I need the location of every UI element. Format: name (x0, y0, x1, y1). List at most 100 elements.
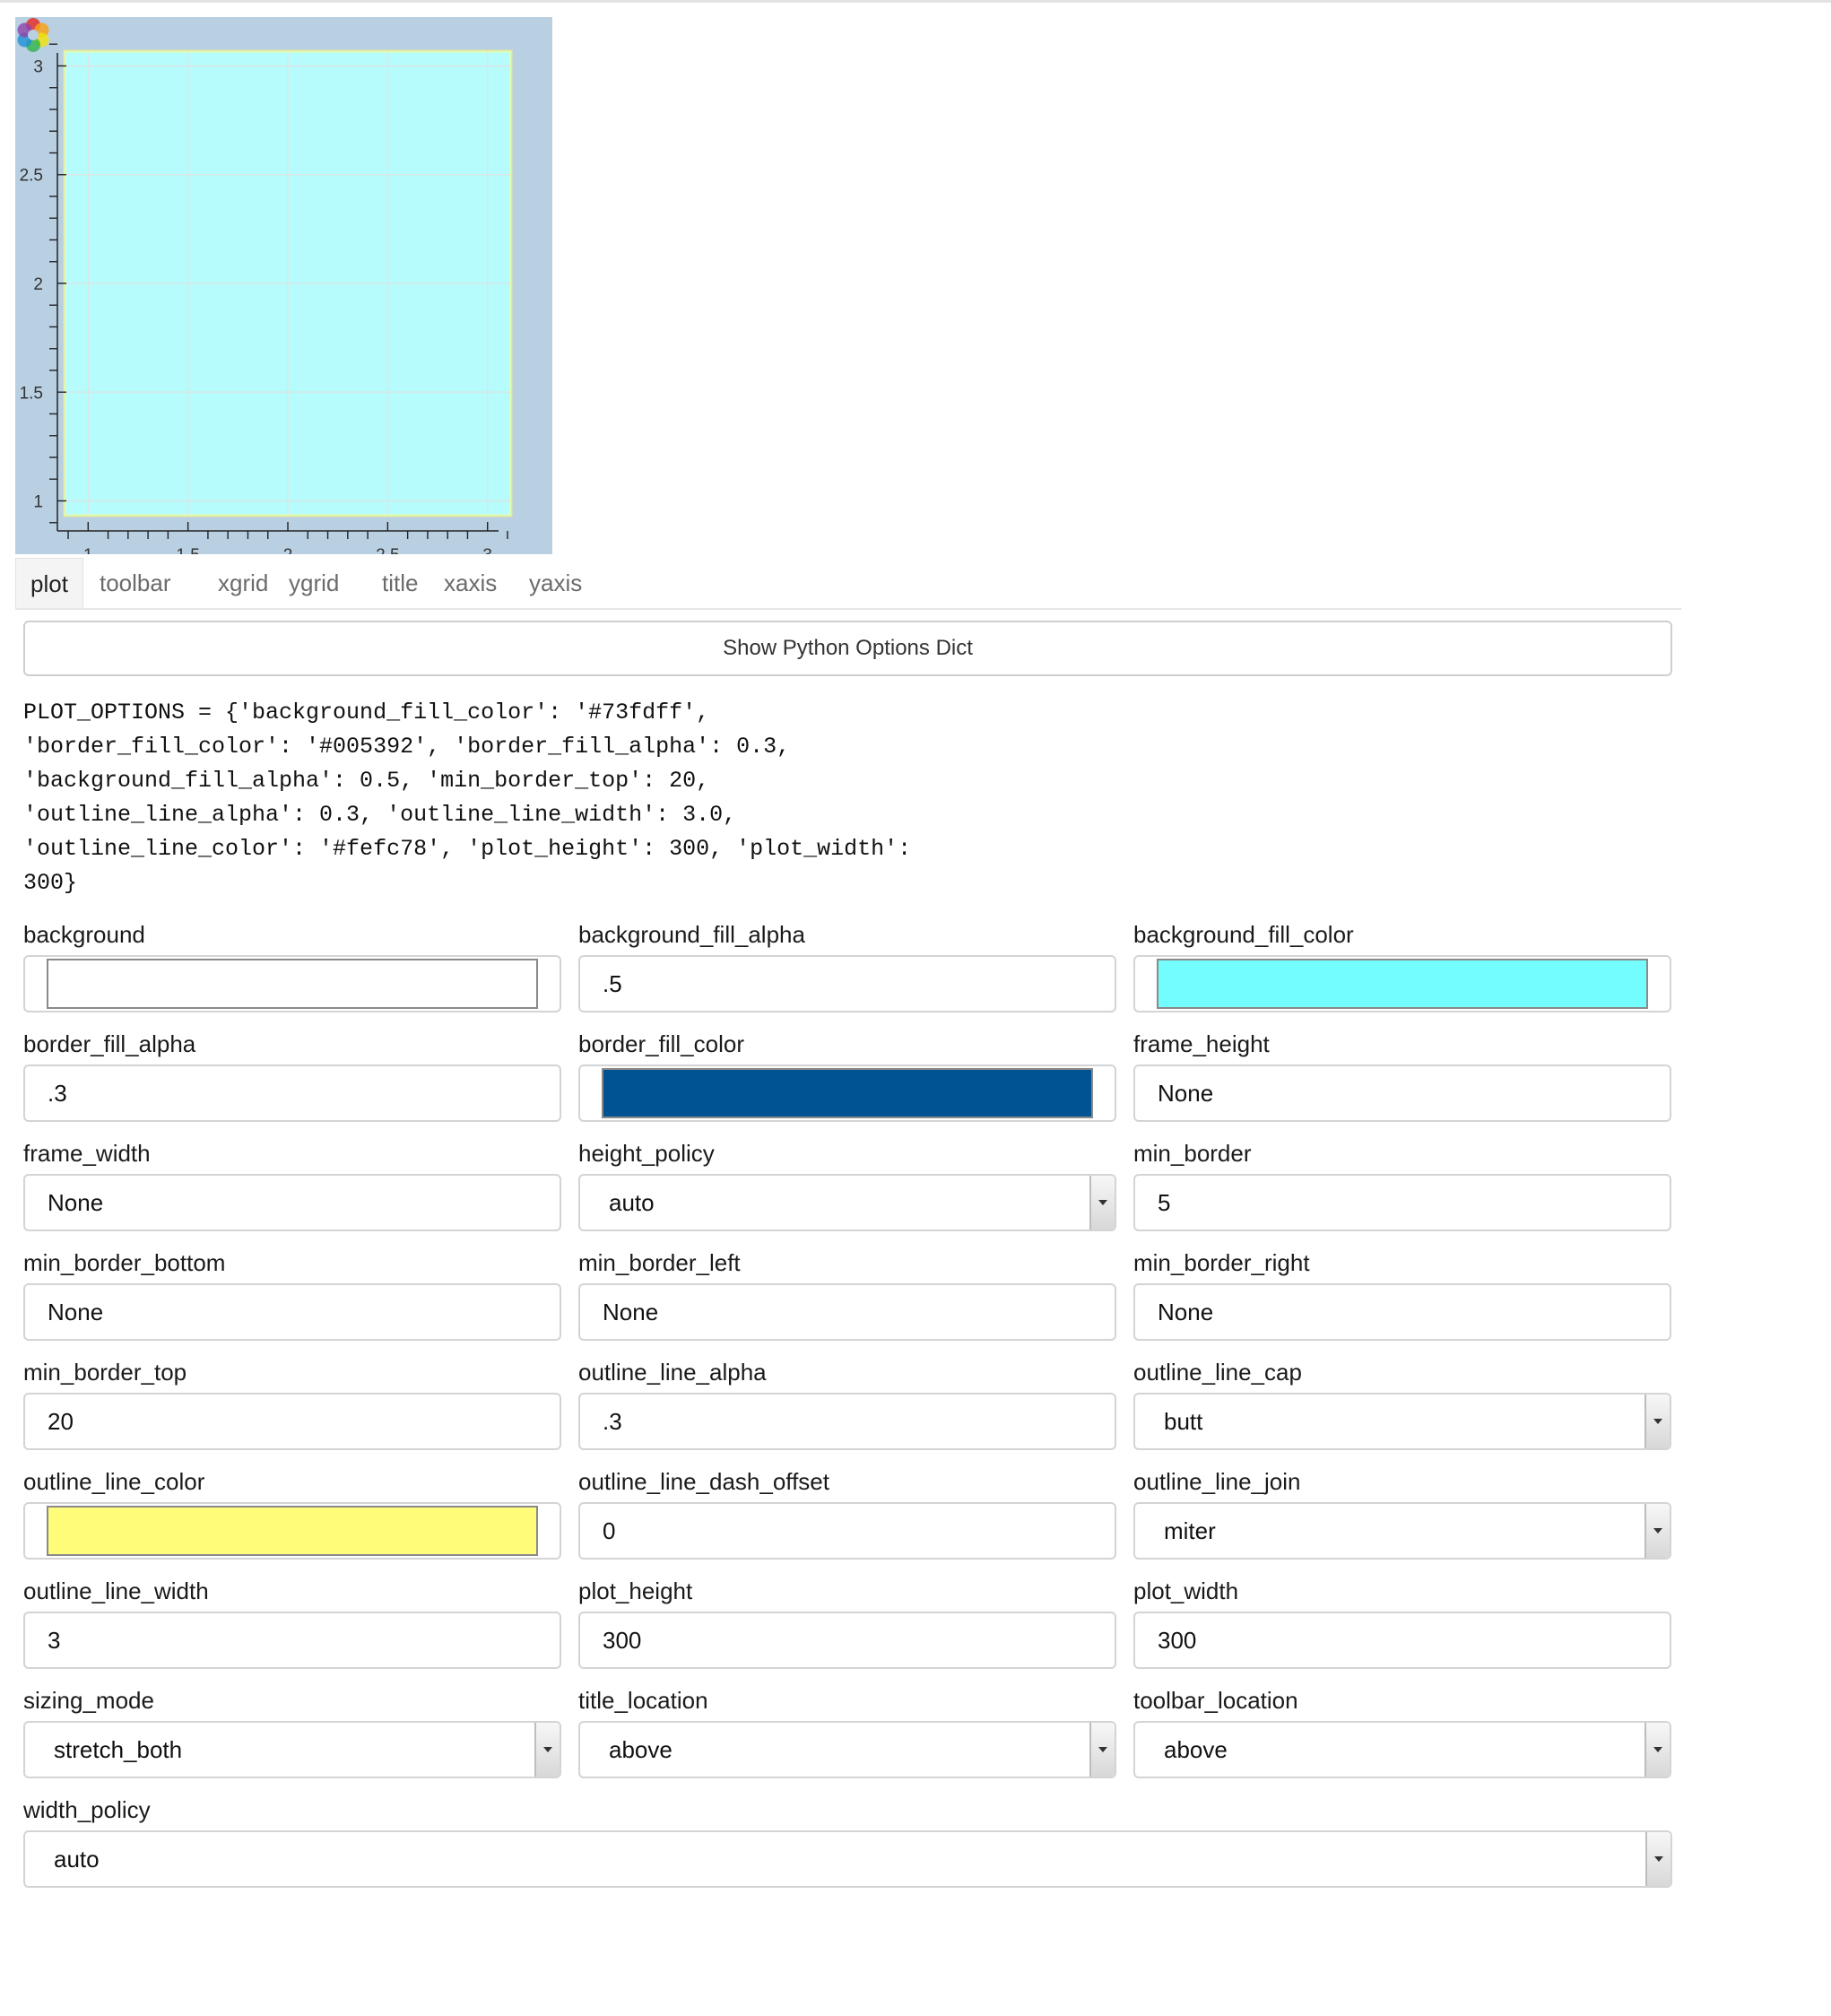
field-label: title_location (578, 1687, 708, 1714)
field-outline-line-color: outline_line_color (23, 1466, 561, 1560)
frame-width-input[interactable]: None (23, 1174, 561, 1231)
min-border-bottom-input[interactable]: None (23, 1283, 561, 1341)
field-label: min_border_left (578, 1249, 741, 1276)
field-value: .3 (48, 1080, 67, 1107)
sizing-mode-select[interactable]: stretch_both (23, 1721, 561, 1778)
plot-options-code: PLOT_OPTIONS = {'background_fill_color':… (23, 700, 912, 896)
options-tabs: plot toolbar xgrid ygrid title xaxis yaxis (15, 558, 1681, 610)
field-value: 300 (1158, 1627, 1197, 1654)
field-height-policy: height_policyauto (578, 1138, 1116, 1231)
field-label: outline_line_width (23, 1577, 209, 1604)
tab-yaxis[interactable]: yaxis (515, 558, 596, 608)
tab-xgrid[interactable]: xgrid (204, 558, 282, 608)
min-border-top-input[interactable]: 20 (23, 1393, 561, 1450)
field-value: .5 (603, 970, 622, 997)
plot-panel[interactable]: 1 1.5 2 2.5 3 3 2.5 2 1.5 1 (15, 17, 552, 554)
field-background-fill-alpha: background_fill_alpha .5 (578, 919, 1116, 1012)
field-border-fill-color: border_fill_color (578, 1029, 1116, 1122)
field-outline-line-cap: outline_line_capbutt (1133, 1357, 1671, 1450)
outline-line-join-select[interactable]: miter (1133, 1502, 1671, 1560)
field-label: min_border_bottom (23, 1249, 226, 1276)
field-value: miter (1164, 1517, 1216, 1544)
tab-plot[interactable]: plot (15, 558, 83, 608)
outline-line-alpha-input[interactable]: .3 (578, 1393, 1116, 1450)
background-color-picker[interactable] (23, 955, 561, 1012)
dropdown-arrow-icon[interactable] (1644, 1395, 1670, 1448)
color-swatch[interactable] (602, 1068, 1093, 1118)
field-value: 5 (1158, 1189, 1171, 1216)
field-label: background_fill_color (1133, 921, 1354, 948)
field-label: width_policy (23, 1796, 151, 1823)
tab-xaxis[interactable]: xaxis (430, 558, 511, 608)
min-border-right-input[interactable]: None (1133, 1283, 1671, 1341)
field-min-border-right: min_border_right None (1133, 1247, 1671, 1341)
x-tick-label: 2 (283, 546, 293, 554)
field-width-policy: width_policyauto (23, 1794, 1672, 1888)
width-policy-select[interactable]: auto (23, 1830, 1672, 1888)
toolbar-location-select[interactable]: above (1133, 1721, 1671, 1778)
field-outline-line-dash-offset: outline_line_dash_offset 0 (578, 1466, 1116, 1560)
background-fill-color-color-picker[interactable] (1133, 955, 1671, 1012)
plot-width-input[interactable]: 300 (1133, 1612, 1671, 1669)
field-background: background (23, 919, 561, 1012)
field-label: frame_height (1133, 1030, 1270, 1057)
outline-line-color-color-picker[interactable] (23, 1502, 561, 1560)
background-fill-alpha-input[interactable]: .5 (578, 955, 1116, 1012)
outline-line-cap-select[interactable]: butt (1133, 1393, 1671, 1450)
show-python-options-dict-button[interactable]: Show Python Options Dict (23, 621, 1672, 676)
plot-canvas[interactable]: 1 1.5 2 2.5 3 3 2.5 2 1.5 1 (15, 17, 552, 554)
min-border-input[interactable]: 5 (1133, 1174, 1671, 1231)
dropdown-arrow-icon[interactable] (534, 1723, 560, 1777)
frame-height-input[interactable]: None (1133, 1064, 1671, 1122)
x-tick-label: 3 (482, 546, 492, 554)
field-title-location: title_locationabove (578, 1685, 1116, 1778)
plot-height-input[interactable]: 300 (578, 1612, 1116, 1669)
dropdown-arrow-icon[interactable] (1089, 1723, 1115, 1777)
dropdown-arrow-icon[interactable] (1644, 1504, 1670, 1558)
border-fill-alpha-input[interactable]: .3 (23, 1064, 561, 1122)
field-outline-line-width: outline_line_width 3 (23, 1576, 561, 1669)
field-label: frame_width (23, 1140, 151, 1167)
color-swatch[interactable] (47, 1506, 538, 1556)
tab-toolbar[interactable]: toolbar (85, 558, 186, 608)
field-label: outline_line_cap (1133, 1359, 1302, 1386)
y-tick-label: 1.5 (20, 384, 43, 403)
field-background-fill-color: background_fill_color (1133, 919, 1671, 1012)
outline-line-width-input[interactable]: 3 (23, 1612, 561, 1669)
field-border-fill-alpha: border_fill_alpha .3 (23, 1029, 561, 1122)
height-policy-select[interactable]: auto (578, 1174, 1116, 1231)
field-value: .3 (603, 1408, 622, 1435)
field-label: height_policy (578, 1140, 715, 1167)
field-sizing-mode: sizing_mode stretch_both (23, 1685, 561, 1778)
field-label: border_fill_color (578, 1030, 744, 1057)
field-label: min_border (1133, 1140, 1252, 1167)
dropdown-arrow-icon[interactable] (1089, 1176, 1115, 1230)
y-tick-label: 1 (33, 493, 43, 512)
field-label: outline_line_join (1133, 1468, 1301, 1495)
tab-ygrid[interactable]: ygrid (274, 558, 353, 608)
field-value: None (48, 1189, 104, 1216)
tab-title[interactable]: title (368, 558, 432, 608)
color-swatch[interactable] (47, 959, 538, 1009)
field-label: sizing_mode (23, 1687, 154, 1714)
field-plot-height: plot_height 300 (578, 1576, 1116, 1669)
x-tick-label: 1.5 (176, 546, 199, 554)
border-fill-color-color-picker[interactable] (578, 1064, 1116, 1122)
bokeh-logo-icon[interactable] (15, 17, 51, 53)
field-value: None (1158, 1299, 1214, 1325)
outline-line-dash-offset-input[interactable]: 0 (578, 1502, 1116, 1560)
title-location-select[interactable]: above (578, 1721, 1116, 1778)
field-frame-height: frame_height None (1133, 1029, 1671, 1122)
field-label: toolbar_location (1133, 1687, 1298, 1714)
field-label: outline_line_color (23, 1468, 205, 1495)
field-label: min_border_top (23, 1359, 187, 1386)
dropdown-arrow-icon[interactable] (1644, 1723, 1670, 1777)
dropdown-arrow-icon[interactable] (1645, 1832, 1670, 1886)
field-value: 3 (48, 1627, 61, 1654)
field-value: 0 (603, 1517, 616, 1544)
y-tick-label: 2 (33, 275, 43, 294)
field-label: min_border_right (1133, 1249, 1310, 1276)
color-swatch[interactable] (1157, 959, 1648, 1009)
min-border-left-input[interactable]: None (578, 1283, 1116, 1341)
field-outline-line-alpha: outline_line_alpha .3 (578, 1357, 1116, 1450)
